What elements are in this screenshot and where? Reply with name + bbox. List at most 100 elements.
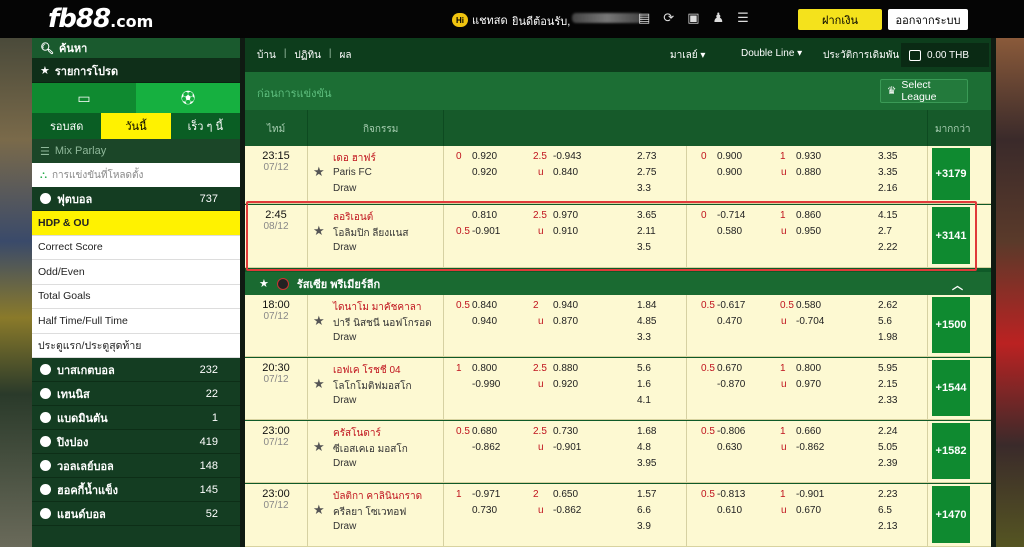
star-icon[interactable]: ★ <box>313 313 325 329</box>
statement-icon[interactable]: ▤ <box>638 10 650 26</box>
ft-hdp-home-odds[interactable]: 0.800 <box>472 363 497 374</box>
ht-hdp-home-odds[interactable]: -0.617 <box>717 300 745 311</box>
more-markets-button[interactable]: +1470 <box>932 486 970 543</box>
star-icon[interactable]: ★ <box>313 376 325 392</box>
nav-calendar[interactable]: ปฏิทิน <box>294 48 321 63</box>
ft-hdp-away-odds[interactable]: 0.730 <box>472 505 497 516</box>
ht-hdp-home-odds[interactable]: 0.670 <box>717 363 742 374</box>
more-markets-button[interactable]: +1544 <box>932 360 970 416</box>
profile-icon[interactable]: ♟ <box>713 10 725 26</box>
sidebar-search[interactable]: 🔍︎ ค้นหา <box>32 38 240 59</box>
ft-hdp-away-odds[interactable]: 0.920 <box>472 167 497 178</box>
ft-under-odds[interactable]: 0.920 <box>553 379 578 390</box>
sidebar-item-tennis[interactable]: เทนนิส 22 <box>32 382 240 406</box>
star-icon[interactable]: ★ <box>313 502 325 518</box>
ft-1x2-away[interactable]: 1.6 <box>637 379 651 390</box>
ft-1x2-home[interactable]: 1.68 <box>637 426 656 437</box>
ht-over-odds[interactable]: 0.860 <box>796 210 821 221</box>
tab-upcoming[interactable]: เร็ว ๆ นี้ <box>171 113 240 139</box>
ht-hdp-away-odds[interactable]: 0.610 <box>717 505 742 516</box>
view-sport-toggle[interactable]: ⚽︎ <box>136 83 240 113</box>
sidebar-item-volleyball[interactable]: วอลเลย์บอล 148 <box>32 454 240 478</box>
ht-over-odds[interactable]: 0.800 <box>796 363 821 374</box>
ht-hdp-home-odds[interactable]: -0.813 <box>717 489 745 500</box>
more-markets-button[interactable]: +1500 <box>932 297 970 353</box>
ht-under-odds[interactable]: 0.970 <box>796 379 821 390</box>
ft-under-odds[interactable]: 0.840 <box>553 167 578 178</box>
ht-hdp-away-odds[interactable]: -0.870 <box>717 379 745 390</box>
collapse-icon[interactable]: ︿ <box>952 277 963 293</box>
ht-hdp-home-odds[interactable]: 0.900 <box>717 151 742 162</box>
ht-1x2-away[interactable]: 5.6 <box>878 316 892 327</box>
ht-1x2-away[interactable]: 3.35 <box>878 167 897 178</box>
bet-type-first-last-goal[interactable]: ประตูแรก/ประตูสุดท้าย <box>32 333 240 358</box>
ft-1x2-away[interactable]: 2.75 <box>637 167 656 178</box>
ht-1x2-draw[interactable]: 2.13 <box>878 521 897 532</box>
bet-history-link[interactable]: ประวัติการเดิมพัน <box>823 48 899 63</box>
ft-hdp-home-odds[interactable]: 0.680 <box>472 426 497 437</box>
mix-parlay-item[interactable]: ☰ Mix Parlay <box>32 139 240 163</box>
ft-1x2-home[interactable]: 1.57 <box>637 489 656 500</box>
ht-hdp-away-odds[interactable]: 0.470 <box>717 316 742 327</box>
ht-hdp-away-odds[interactable]: 0.630 <box>717 442 742 453</box>
ft-under-odds[interactable]: 0.870 <box>553 316 578 327</box>
more-markets-button[interactable]: +1582 <box>932 423 970 479</box>
ft-under-odds[interactable]: -0.901 <box>553 442 581 453</box>
ft-1x2-draw[interactable]: 4.1 <box>637 395 651 406</box>
ht-1x2-away[interactable]: 2.7 <box>878 226 892 237</box>
bet-type-total-goals[interactable]: Total Goals <box>32 284 240 309</box>
ht-hdp-home-odds[interactable]: -0.714 <box>717 210 745 221</box>
ht-over-odds[interactable]: 0.660 <box>796 426 821 437</box>
ft-1x2-draw[interactable]: 3.9 <box>637 521 651 532</box>
star-icon[interactable]: ★ <box>259 277 269 290</box>
ft-over-odds[interactable]: 0.730 <box>553 426 578 437</box>
parlay-sub-item[interactable]: ⛬ การแข่งขันที่โหลดตั้ง <box>32 163 240 187</box>
ft-under-odds[interactable]: 0.910 <box>553 226 578 237</box>
betlist-icon[interactable]: ☰ <box>737 10 749 26</box>
ft-over-odds[interactable]: 0.650 <box>553 489 578 500</box>
ft-1x2-away[interactable]: 2.11 <box>637 226 656 237</box>
tab-today[interactable]: วันนี้ <box>101 113 171 139</box>
ft-hdp-away-odds[interactable]: -0.862 <box>472 442 500 453</box>
select-league-button[interactable]: ♛ Select League <box>880 79 968 103</box>
nav-results[interactable]: ผล <box>340 48 352 63</box>
ht-hdp-away-odds[interactable]: 0.900 <box>717 167 742 178</box>
sidebar-item-ice-hockey[interactable]: ฮอคกี้น้ำแข็ง 145 <box>32 478 240 502</box>
ht-1x2-away[interactable]: 5.05 <box>878 442 897 453</box>
bet-type-htft[interactable]: Half Time/Full Time <box>32 309 240 334</box>
league-header[interactable]: ★ รัสเซีย พรีเมียร์ลีก ︿ <box>245 272 991 295</box>
view-list-toggle[interactable]: ▭ <box>32 83 136 113</box>
ht-over-odds[interactable]: -0.901 <box>796 489 824 500</box>
ft-1x2-home[interactable]: 1.84 <box>637 300 656 311</box>
ft-1x2-away[interactable]: 6.6 <box>637 505 651 516</box>
ht-over-odds[interactable]: 0.580 <box>796 300 821 311</box>
bet-type-odd-even[interactable]: Odd/Even <box>32 260 240 285</box>
sidebar-favorites[interactable]: ★ รายการโปรด <box>32 59 240 83</box>
nav-home[interactable]: บ้าน <box>257 48 276 63</box>
ft-1x2-draw[interactable]: 3.3 <box>637 183 651 194</box>
star-icon[interactable]: ★ <box>313 164 325 180</box>
deposit-button[interactable]: ฝากเงิน <box>798 9 882 30</box>
ht-1x2-draw[interactable]: 2.33 <box>878 395 897 406</box>
ht-1x2-home[interactable]: 2.24 <box>878 426 897 437</box>
ht-under-odds[interactable]: 0.670 <box>796 505 821 516</box>
bet-type-correct-score[interactable]: Correct Score <box>32 235 240 260</box>
star-icon[interactable]: ★ <box>313 439 325 455</box>
ft-over-odds[interactable]: 0.970 <box>553 210 578 221</box>
ft-1x2-away[interactable]: 4.85 <box>637 316 656 327</box>
ht-1x2-draw[interactable]: 2.39 <box>878 458 897 469</box>
ht-over-odds[interactable]: 0.930 <box>796 151 821 162</box>
ft-over-odds[interactable]: 0.940 <box>553 300 578 311</box>
ft-hdp-away-odds[interactable]: -0.990 <box>472 379 500 390</box>
sidebar-item-football[interactable]: ฟุตบอล 737 <box>32 187 240 211</box>
sidebar-item-table-tennis[interactable]: ปิงปอง 419 <box>32 430 240 454</box>
ht-hdp-away-odds[interactable]: 0.580 <box>717 226 742 237</box>
ft-1x2-draw[interactable]: 3.3 <box>637 332 651 343</box>
balance-display[interactable]: 0.00 THB <box>901 43 989 67</box>
odds-icon[interactable]: ▣ <box>687 10 699 26</box>
ft-hdp-home-odds[interactable]: 0.920 <box>472 151 497 162</box>
live-chat-button[interactable]: Hi แชทสด <box>452 11 508 29</box>
site-logo[interactable]: fb88.com <box>48 4 153 34</box>
star-icon[interactable]: ★ <box>313 223 325 239</box>
ft-1x2-draw[interactable]: 3.95 <box>637 458 656 469</box>
